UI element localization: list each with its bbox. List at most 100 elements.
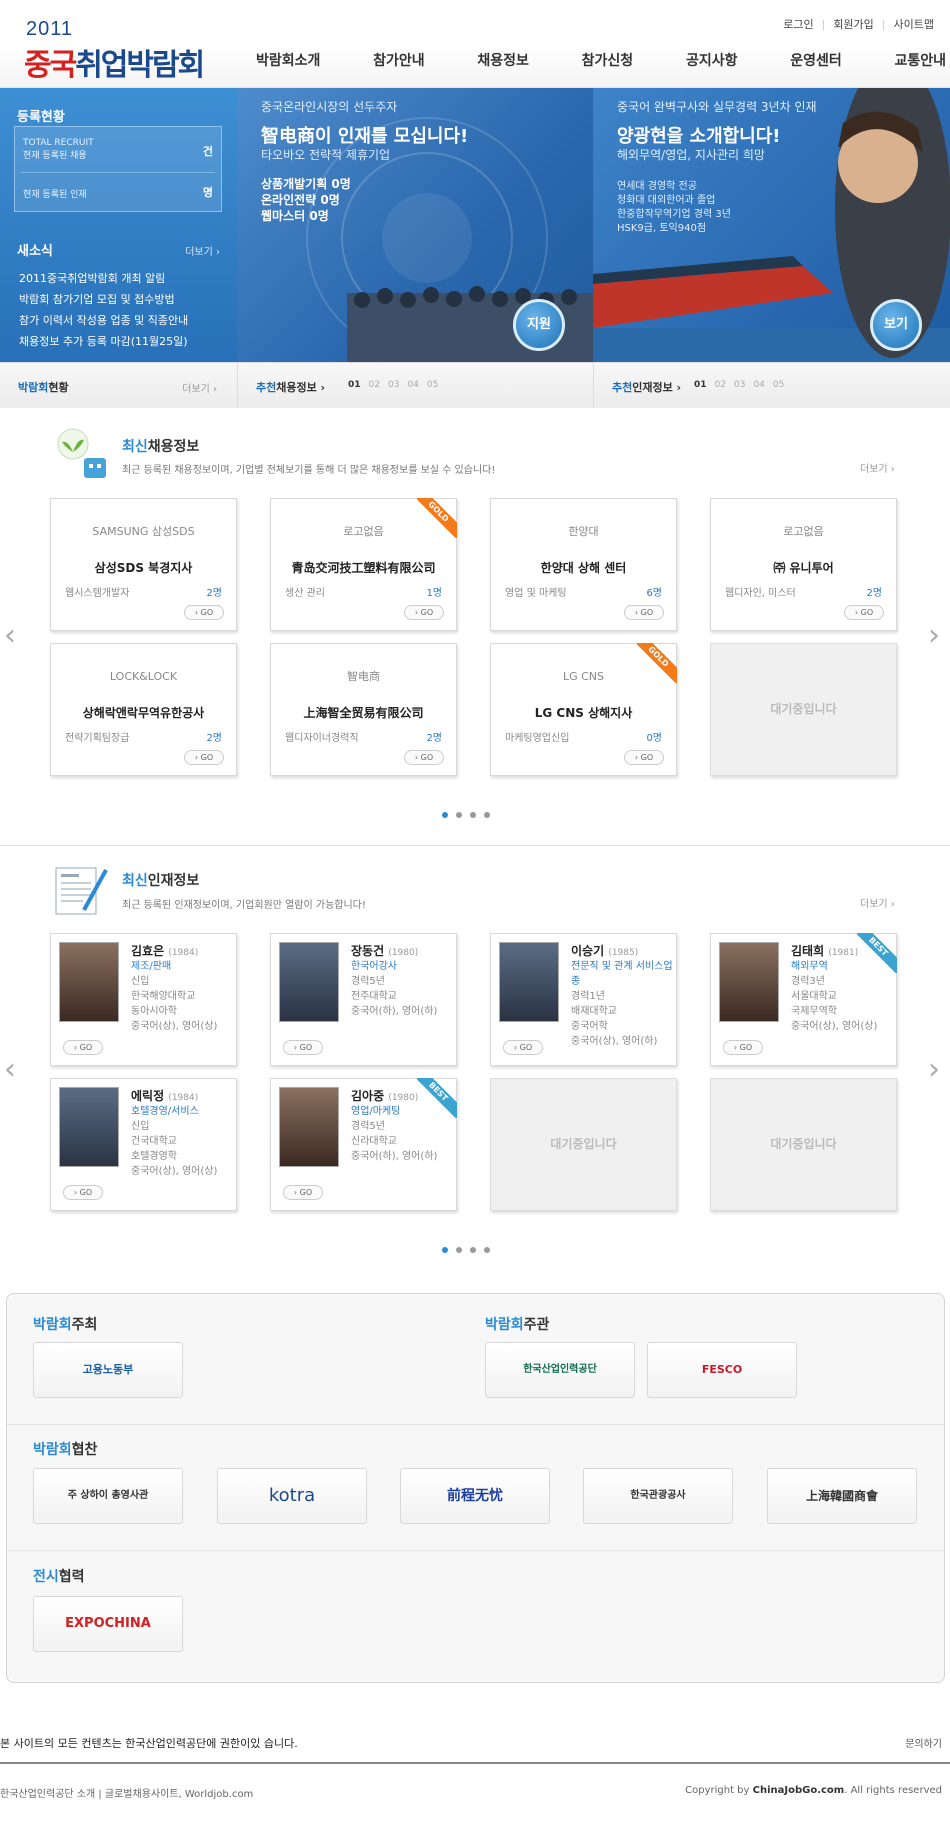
- page-link[interactable]: 05: [773, 380, 784, 390]
- go-button[interactable]: › GO: [63, 1185, 103, 1200]
- carousel-dot[interactable]: [442, 1247, 448, 1253]
- go-button[interactable]: › GO: [503, 1040, 543, 1055]
- nav-item-traffic[interactable]: 교통안내: [894, 50, 946, 70]
- talent-bar-label[interactable]: 인재정보 ›: [632, 381, 681, 394]
- host-logo[interactable]: 고용노동부: [33, 1342, 183, 1398]
- page-link[interactable]: 01: [694, 380, 707, 390]
- news-item[interactable]: 박람회 참가기업 모집 및 접수방법: [19, 289, 188, 310]
- company-name: 上海智全贸易有限公司: [303, 706, 424, 720]
- contact-link[interactable]: 문의하기: [905, 1735, 942, 1750]
- page-link[interactable]: 01: [348, 380, 361, 390]
- jobs-prev-arrow-icon[interactable]: ‹: [4, 618, 16, 653]
- talent-detail: 경력5년: [351, 976, 385, 987]
- talent-more-link[interactable]: 더보기 ›: [860, 895, 895, 910]
- nav-item-notice[interactable]: 공지사항: [686, 50, 738, 70]
- talent-carousel-dots: [442, 1247, 490, 1253]
- recommended-job-banner[interactable]: 중국온라인시장의 선두주자 智电商이 인재를 모십니다! 타오바오 전략적 제휴…: [237, 88, 593, 362]
- talent-card[interactable]: 장동건 (1980) 한국어강사 경력5년 전주대학교 중국어(하), 영어(하) › G…: [270, 933, 457, 1066]
- status-more-link[interactable]: 더보기 ›: [182, 380, 217, 395]
- site-logo[interactable]: 중국취업박람회: [24, 40, 205, 84]
- page-link[interactable]: 03: [734, 380, 745, 390]
- job-card[interactable]: 智电商 上海智全贸易有限公司 웹디자이너경력직 2명 › GO: [270, 643, 457, 776]
- go-button[interactable]: › GO: [283, 1185, 323, 1200]
- page-link[interactable]: 03: [388, 380, 399, 390]
- recommended-talent-banner[interactable]: 중국어 완벽구사와 실무경력 3년차 인재 양광현을 소개합니다! 해외무역/영…: [593, 88, 950, 362]
- sponsor-logo[interactable]: 주 상하이 총영사관: [33, 1468, 183, 1524]
- page-link[interactable]: 05: [427, 380, 438, 390]
- divider: [7, 1424, 944, 1425]
- talent-card[interactable]: 김아중 (1980) 영업/마케팅 경력5년 신라대학교 중국어(하), 영어(하) › …: [270, 1078, 457, 1211]
- page-link[interactable]: 02: [715, 380, 726, 390]
- sponsor-logo[interactable]: 前程无忧: [400, 1468, 550, 1524]
- jobs-next-arrow-icon[interactable]: ›: [928, 618, 940, 653]
- carousel-dot[interactable]: [470, 1247, 476, 1253]
- jobs-more-link[interactable]: 더보기 ›: [860, 460, 895, 475]
- nav-item-about[interactable]: 박람회소개: [256, 50, 320, 70]
- talent-card[interactable]: 김효은 (1984) 제조/판매 신입 한국해양대학교 동아시아학 중국어(상), 영어(…: [50, 933, 237, 1066]
- talent-bar: 추천인재정보 › 01 02 03 04 05: [593, 362, 950, 408]
- footer-links[interactable]: 한국산업인력공단 소개 | 글로벌채용사이트, Worldjob.com: [0, 1789, 253, 1800]
- news-item[interactable]: 2011중국취업박람회 개최 알림: [19, 268, 188, 289]
- join-link[interactable]: 회원가입: [825, 18, 881, 31]
- exhibition-logo[interactable]: EXPOCHINA: [33, 1596, 183, 1652]
- company-name: ㈜ 유니투어: [773, 561, 834, 575]
- copyright: Copyright by ChinaJobGo.com. All rights …: [685, 1785, 942, 1796]
- talent-next-arrow-icon[interactable]: ›: [928, 1052, 940, 1087]
- go-button[interactable]: › GO: [283, 1040, 323, 1055]
- page-link[interactable]: 02: [369, 380, 380, 390]
- login-link[interactable]: 로그인: [775, 18, 821, 31]
- nav-item-center[interactable]: 운영센터: [790, 50, 842, 70]
- talent-card-placeholder[interactable]: 대기중입니다: [490, 1078, 677, 1211]
- desired-field: 제조/판매: [131, 961, 172, 972]
- total-recruit-unit: 건: [202, 145, 213, 158]
- job-bar: 추천채용정보 › 01 02 03 04 05: [237, 362, 593, 408]
- job-card[interactable]: SAMSUNG 삼성SDS 삼성SDS 북경지사 웹시스템개발자 2명 › GO: [50, 498, 237, 631]
- carousel-dot[interactable]: [484, 812, 490, 818]
- job-card[interactable]: LG CNS LG CNS 상해지사 마케팅영업신입 0명 › GO GOLD: [490, 643, 677, 776]
- talent-prev-arrow-icon[interactable]: ‹: [4, 1052, 16, 1087]
- talent-card[interactable]: 에릭정 (1984) 호텔경영/서비스 신입 건국대학교 호텔경영학 중국어(상), 영어…: [50, 1078, 237, 1211]
- news-item[interactable]: 채용정보 추가 등록 마감(11월25일): [19, 331, 188, 352]
- organizer-logo[interactable]: 한국산업인력공단: [485, 1342, 635, 1398]
- nav-item-guide[interactable]: 참가안내: [373, 50, 425, 70]
- carousel-dot[interactable]: [484, 1247, 490, 1253]
- job-card[interactable]: 한양대 한양대 상해 센터 영업 및 마케팅 6명 › GO: [490, 498, 677, 631]
- go-button[interactable]: › GO: [723, 1040, 763, 1055]
- go-button[interactable]: › GO: [184, 605, 224, 620]
- go-button[interactable]: › GO: [624, 605, 664, 620]
- apply-button[interactable]: 지원: [513, 299, 565, 351]
- go-button[interactable]: › GO: [844, 605, 884, 620]
- talent-card[interactable]: 이승기 (1985) 전문직 및 관계 서비스업종 경력1년 배재대학교 중국어학 중국어…: [490, 933, 677, 1066]
- carousel-dot[interactable]: [456, 1247, 462, 1253]
- go-button[interactable]: › GO: [184, 750, 224, 765]
- page-link[interactable]: 04: [407, 380, 418, 390]
- carousel-dot[interactable]: [442, 812, 448, 818]
- job-card-placeholder[interactable]: 대기중입니다: [710, 643, 897, 776]
- job-card[interactable]: LOCK&LOCK 상해락앤락무역유한공사 전략기획팀장급 2명 › GO: [50, 643, 237, 776]
- nav-item-apply[interactable]: 참가신청: [582, 50, 634, 70]
- sponsor-logo[interactable]: kotra: [217, 1468, 367, 1524]
- sitemap-link[interactable]: 사이트맵: [886, 18, 942, 31]
- talent-card[interactable]: 김태희 (1981) 해외무역 경력3년 서울대학교 국제무역학 중국어(상), 영어(상…: [710, 933, 897, 1066]
- hire-count: 2명: [206, 588, 222, 599]
- go-button[interactable]: › GO: [624, 750, 664, 765]
- carousel-dot[interactable]: [456, 812, 462, 818]
- page-link[interactable]: 04: [753, 380, 764, 390]
- nav-item-jobs[interactable]: 채용정보: [477, 50, 529, 70]
- go-button[interactable]: › GO: [404, 605, 444, 620]
- view-button[interactable]: 보기: [870, 299, 922, 351]
- sponsor-logo[interactable]: 한국관광공사: [583, 1468, 733, 1524]
- talent-card-placeholder[interactable]: 대기중입니다: [710, 1078, 897, 1211]
- news-more-link[interactable]: 더보기 ›: [185, 243, 220, 258]
- company-logo: SAMSUNG 삼성SDS: [92, 525, 195, 538]
- go-button[interactable]: › GO: [404, 750, 444, 765]
- go-button[interactable]: › GO: [63, 1040, 103, 1055]
- job-card[interactable]: 로고없음 ㈜ 유니투어 웹디자인, 미스터 2명 › GO: [710, 498, 897, 631]
- carousel-dot[interactable]: [470, 812, 476, 818]
- news-item[interactable]: 참가 이력서 작성용 업종 및 직종안내: [19, 310, 188, 331]
- sponsor-logo[interactable]: 上海韓國商會: [767, 1468, 917, 1524]
- job-card[interactable]: 로고없음 青岛交河技工塑料有限公司 생산 관리 1명 › GO GOLD: [270, 498, 457, 631]
- organizer-logo[interactable]: FESCO: [647, 1342, 797, 1398]
- status-bar: 박람회현황 더보기 ›: [0, 362, 237, 408]
- job-bar-label[interactable]: 채용정보 ›: [276, 381, 325, 394]
